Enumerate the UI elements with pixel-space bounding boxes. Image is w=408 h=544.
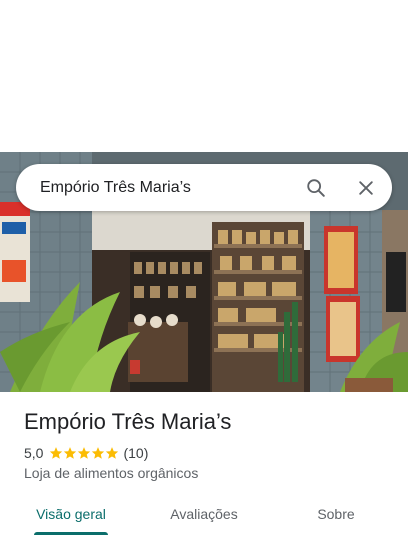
clear-button[interactable] [346, 168, 386, 208]
active-tab-indicator [34, 532, 108, 535]
tab-reviews[interactable]: Avaliações [162, 496, 246, 532]
star-icon [106, 447, 119, 459]
star-icon [64, 447, 77, 459]
review-count: (10) [123, 445, 149, 461]
search-input[interactable]: Empório Três Maria’s [40, 179, 296, 197]
tab-about[interactable]: Sobre [308, 496, 364, 532]
place-tabs: Visão geral Avaliações Sobre [0, 496, 408, 536]
place-category: Loja de alimentos orgânicos [24, 465, 199, 481]
rating-row[interactable]: 5,0 (10) [24, 443, 148, 463]
rating-value: 5,0 [24, 445, 44, 461]
tab-overview[interactable]: Visão geral [34, 496, 108, 532]
close-icon [359, 180, 373, 195]
search-button[interactable] [296, 168, 336, 208]
star-icon [92, 447, 105, 459]
search-bar[interactable]: Empório Três Maria’s [16, 164, 392, 211]
rating-stars [49, 446, 119, 460]
place-title: Empório Três Maria’s [24, 409, 232, 434]
star-icon [78, 447, 91, 459]
search-icon [307, 178, 325, 197]
star-icon [50, 447, 63, 459]
